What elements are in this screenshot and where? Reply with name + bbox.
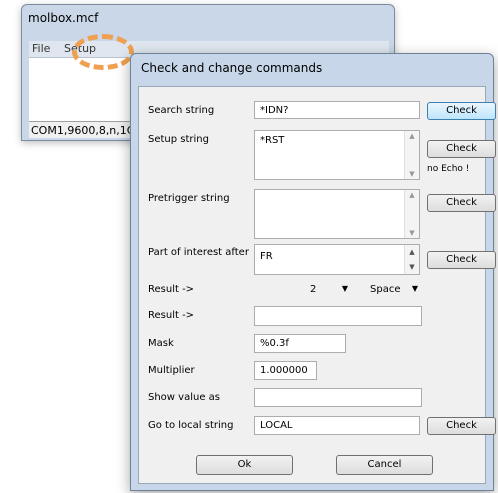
part-of-interest-label: Part of interest after [148, 247, 249, 258]
setup-string-value: *RST [260, 135, 285, 146]
setup-scrollbar[interactable]: ▲ ▼ [404, 131, 419, 179]
mask-input[interactable]: %0.3f [254, 334, 346, 353]
setup-string-input[interactable]: *RST ▲ ▼ [254, 130, 420, 180]
scroll-up-icon[interactable]: ▲ [405, 191, 419, 199]
result-separator-value: Space [370, 284, 401, 295]
part-of-interest-check-button[interactable]: Check [427, 251, 496, 269]
scroll-down-icon[interactable]: ▼ [405, 170, 419, 178]
chevron-down-icon: ▼ [411, 284, 418, 293]
part-of-interest-value: FR [260, 251, 273, 262]
chevron-down-icon: ▼ [341, 284, 348, 293]
setup-check-button[interactable]: Check [427, 140, 496, 158]
pretrigger-check-button[interactable]: Check [427, 194, 496, 212]
scroll-down-icon[interactable]: ▼ [405, 229, 419, 237]
mask-label: Mask [148, 338, 174, 349]
spin-down-icon[interactable]: ▼ [405, 263, 419, 271]
dialog-body: Search string *IDN? Check Setup string *… [138, 86, 496, 484]
multiplier-input[interactable]: 1.000000 [254, 361, 317, 380]
highlight-ring-annotation [72, 34, 134, 70]
status-text: COM1,9600,8,n,1CR [31, 124, 143, 137]
cancel-button[interactable]: Cancel [336, 455, 433, 475]
pretrigger-scrollbar[interactable]: ▲ ▼ [404, 190, 419, 238]
result-output-field[interactable] [254, 306, 422, 326]
part-of-interest-spinner[interactable]: ▲ ▼ [404, 245, 419, 274]
part-of-interest-input[interactable]: FR ▲ ▼ [254, 244, 420, 275]
search-check-button[interactable]: Check [427, 102, 496, 120]
go-to-local-label: Go to local string [148, 420, 234, 431]
setup-string-label: Setup string [148, 134, 209, 145]
menu-file[interactable]: File [32, 42, 50, 55]
show-value-as-label: Show value as [148, 392, 220, 403]
no-echo-label: no Echo ! [427, 164, 470, 174]
ok-button[interactable]: Ok [196, 455, 293, 475]
check-commands-dialog: Check and change commands Search string … [130, 53, 496, 491]
result-count-select[interactable]: 2 ▼ [304, 280, 352, 299]
pretrigger-string-label: Pretrigger string [148, 193, 230, 204]
result-count-value: 2 [310, 284, 317, 295]
search-string-label: Search string [148, 105, 215, 116]
result-label: Result -> [148, 284, 195, 295]
pretrigger-string-input[interactable]: ▲ ▼ [254, 189, 420, 239]
search-string-input[interactable]: *IDN? [254, 101, 420, 119]
scroll-up-icon[interactable]: ▲ [405, 132, 419, 140]
result-separator-select[interactable]: Space ▼ [364, 280, 422, 299]
spin-up-icon[interactable]: ▲ [405, 248, 419, 256]
multiplier-label: Multiplier [148, 365, 195, 376]
go-to-local-check-button[interactable]: Check [427, 417, 496, 435]
main-window-title: molbox.mcf [28, 11, 99, 25]
dialog-title: Check and change commands [141, 61, 323, 75]
show-value-as-input[interactable] [254, 388, 422, 407]
go-to-local-input[interactable]: LOCAL [254, 416, 420, 435]
result-label-2: Result -> [148, 310, 195, 321]
